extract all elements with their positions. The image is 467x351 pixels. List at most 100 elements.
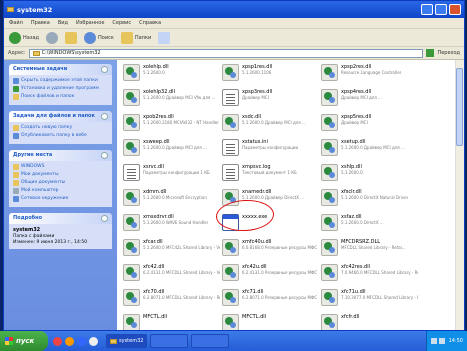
quick-launch-icon[interactable] (89, 336, 98, 346)
back-button[interactable]: Назад (9, 31, 40, 44)
chevron-up-icon[interactable] (101, 113, 108, 120)
file-item[interactable]: MFCDRSRZ.DLL MFCDLL Shared Library - Reta… (321, 239, 418, 260)
task-publish[interactable]: Опубликовать папку в вебе (13, 133, 108, 139)
chevron-up-icon[interactable] (101, 66, 108, 73)
menu-view[interactable]: Вид (58, 20, 68, 26)
file-item[interactable]: xpsp2res.dll Resource Language Controller (321, 64, 418, 85)
file-tasks-title: Задачи для файлов и папок (13, 113, 95, 119)
place-my-documents[interactable]: Мои документы (13, 172, 108, 178)
file-grid: xolehlp.dll 5.1.2600.0 xpsp1res.dll 5.1.260… (123, 64, 418, 330)
file-description: 5.1.2600.0 (143, 70, 165, 75)
file-item[interactable]: xpsp1res.dll 5.1.2600.1106 (222, 64, 319, 85)
file-item[interactable]: xpsp5res.dll Драйвер MCI (321, 114, 418, 135)
address-input[interactable]: C:\WINDOWS\system32 (28, 48, 424, 58)
go-label[interactable]: Переход (437, 50, 460, 56)
minimize-button[interactable] (421, 4, 433, 15)
tray-icon[interactable] (430, 338, 437, 344)
task-new-folder[interactable]: Создать новую папку (13, 125, 108, 131)
views-button[interactable] (158, 31, 171, 44)
task-button[interactable] (191, 334, 230, 348)
menu-favorites[interactable]: Избранное (76, 20, 104, 26)
file-item[interactable]: xfc71u.dll 7.10.3077.0 MFCDLL Shared Libr… (321, 289, 418, 310)
file-item[interactable]: MFCTL.dll (123, 314, 220, 330)
dll-file-icon (123, 264, 140, 281)
file-item[interactable]: xfc71.dll 6.2.8071.0 Резервные ресурсы МФ… (222, 289, 319, 310)
folder-icon (7, 7, 14, 12)
quick-launch-icon[interactable] (53, 336, 62, 346)
file-item[interactable]: xsweep.dll 5.1.2600.0 Драйвер MCI для ... (123, 139, 220, 160)
dll-file-icon (321, 289, 338, 306)
file-item[interactable]: xpsp4res.dll Драйвер MCI для ... (321, 89, 418, 110)
file-item[interactable]: xsrvc.dll Параметры конфигурации 1 КБ (123, 164, 220, 185)
file-item[interactable]: xmsxdrvr.dll 5.1.2600.0 WAVE Sound Handle… (123, 214, 220, 235)
file-description: 7.0.9466.0 MFCDLL Shared Library - Retai… (341, 270, 418, 275)
menu-help[interactable]: Справка (139, 20, 161, 26)
back-label: Назад (23, 34, 40, 41)
place-windows[interactable]: WINDOWS (13, 164, 108, 170)
file-tasks-header[interactable]: Задачи для файлов и папок (9, 111, 112, 122)
file-item[interactable]: xpsp3res.dll Драйвер MCI (222, 89, 319, 110)
task-pane: Системные задачи Скрыть содержимое этой … (4, 60, 117, 330)
start-button[interactable]: пуск (0, 331, 48, 351)
menu-edit[interactable]: Правка (31, 20, 50, 26)
task-button-system32[interactable]: system32 (106, 334, 148, 348)
tray-icon[interactable] (438, 338, 445, 344)
chevron-up-icon[interactable] (101, 152, 108, 159)
place-shared-documents[interactable]: Общие документы (13, 180, 108, 186)
search-button[interactable]: Поиск (84, 31, 114, 44)
file-item[interactable]: xstatus.ini Параметры конфигурации (222, 139, 319, 160)
doc-file-icon (222, 164, 239, 181)
chevron-up-icon[interactable] (101, 215, 108, 222)
file-description: 6.2.4131.0 Резервные ресурсы МФС (242, 270, 318, 275)
forward-button[interactable] (46, 31, 59, 44)
file-item[interactable]: xfc42.dll 6.2.4131.0 MFCDLL Shared Librar… (123, 264, 220, 285)
file-item[interactable]: xmpsvc.log Текстовый документ 1 КБ (222, 164, 319, 185)
file-item[interactable]: xfc42res.dll 7.0.9466.0 MFCDLL Shared Lib… (321, 264, 418, 285)
file-item[interactable]: xsdc.dll 5.1.2600.0 Драйвер MCI для ... (222, 114, 319, 135)
quick-launch-icon[interactable] (77, 336, 86, 346)
task-search[interactable]: Поиск файлов и папок (13, 94, 108, 100)
file-item[interactable]: xfcar.dll 5.1.2600.0 MFC42L Shared Librar… (123, 239, 220, 260)
file-item[interactable]: xfc42u.dll 6.2.4131.0 Резервные ресурсы М… (222, 264, 319, 285)
file-item[interactable]: xdmm.dll 5.1.2600.0 Microsoft Encryption (123, 189, 220, 210)
up-button[interactable] (65, 31, 78, 44)
details-header[interactable]: Подробно (9, 213, 112, 224)
title-bar[interactable]: system32 (4, 1, 464, 18)
file-description: 7.10.3077.0 MFCDLL Shared Library - Reta… (341, 295, 418, 300)
task-add-remove[interactable]: Установка и удаление программ (13, 86, 108, 92)
file-item[interactable]: xolehlp32.dll 5.1.2600.0 Драйвер MCI Vfw … (123, 89, 220, 110)
new-folder-icon (13, 125, 19, 131)
place-network[interactable]: Сетевое окружение (13, 196, 108, 202)
system-tasks-header[interactable]: Системные задачи (9, 64, 112, 75)
go-icon[interactable] (426, 49, 435, 57)
file-item[interactable]: xshlp.dll 5.1.2600.0 (321, 164, 418, 185)
menu-file[interactable]: Файл (9, 20, 23, 26)
task-button[interactable] (150, 334, 189, 348)
file-item[interactable]: xfsclr.dll 5.1.2600.0 DirectX Natural Dri… (321, 189, 418, 210)
maximize-button[interactable] (435, 4, 447, 15)
place-my-computer[interactable]: Мой компьютер (13, 188, 108, 194)
scrollbar-thumb[interactable] (456, 68, 463, 146)
close-button[interactable] (449, 4, 461, 15)
system-tray: 14:50 (425, 331, 467, 351)
file-item[interactable]: xsetup.dll 5.1.2600.0 Драйвер MCI для ... (321, 139, 418, 160)
file-item[interactable]: xsfaz.dll 5.1.2600.0 DirectX ... (321, 214, 418, 235)
file-item[interactable]: xfc70.dll 6.2.8071.0 MFCDLL Shared Librar… (123, 289, 220, 310)
dll-file-icon (321, 264, 338, 281)
file-item[interactable]: MFCTL.dll (222, 314, 319, 330)
file-item[interactable]: xmfc40u.dll 6.0.8168.0 Резервные ресурсы … (222, 239, 319, 260)
file-item[interactable]: xpob2res.dll 5.1.2600.2180 MCIAVI32 - NT … (123, 114, 220, 135)
quick-launch-icon[interactable] (65, 336, 74, 346)
file-item[interactable]: xfcfr.dll (321, 314, 418, 330)
task-hide-contents[interactable]: Скрыть содержимое этой папки (13, 78, 108, 84)
file-description: 5.1.2600.0 (341, 170, 363, 175)
vertical-scrollbar[interactable] (455, 60, 464, 330)
folder-icon (110, 338, 117, 344)
menu-tools[interactable]: Сервис (112, 20, 131, 26)
file-item[interactable]: xolehlp.dll 5.1.2600.0 (123, 64, 220, 85)
places-header[interactable]: Другие места (9, 150, 112, 161)
file-description: Параметры конфигурации (242, 145, 299, 150)
place-label: Мои документы (21, 172, 59, 177)
folders-button[interactable]: Папки (120, 31, 151, 44)
file-description: 5.1.2600.1106 (242, 70, 272, 75)
